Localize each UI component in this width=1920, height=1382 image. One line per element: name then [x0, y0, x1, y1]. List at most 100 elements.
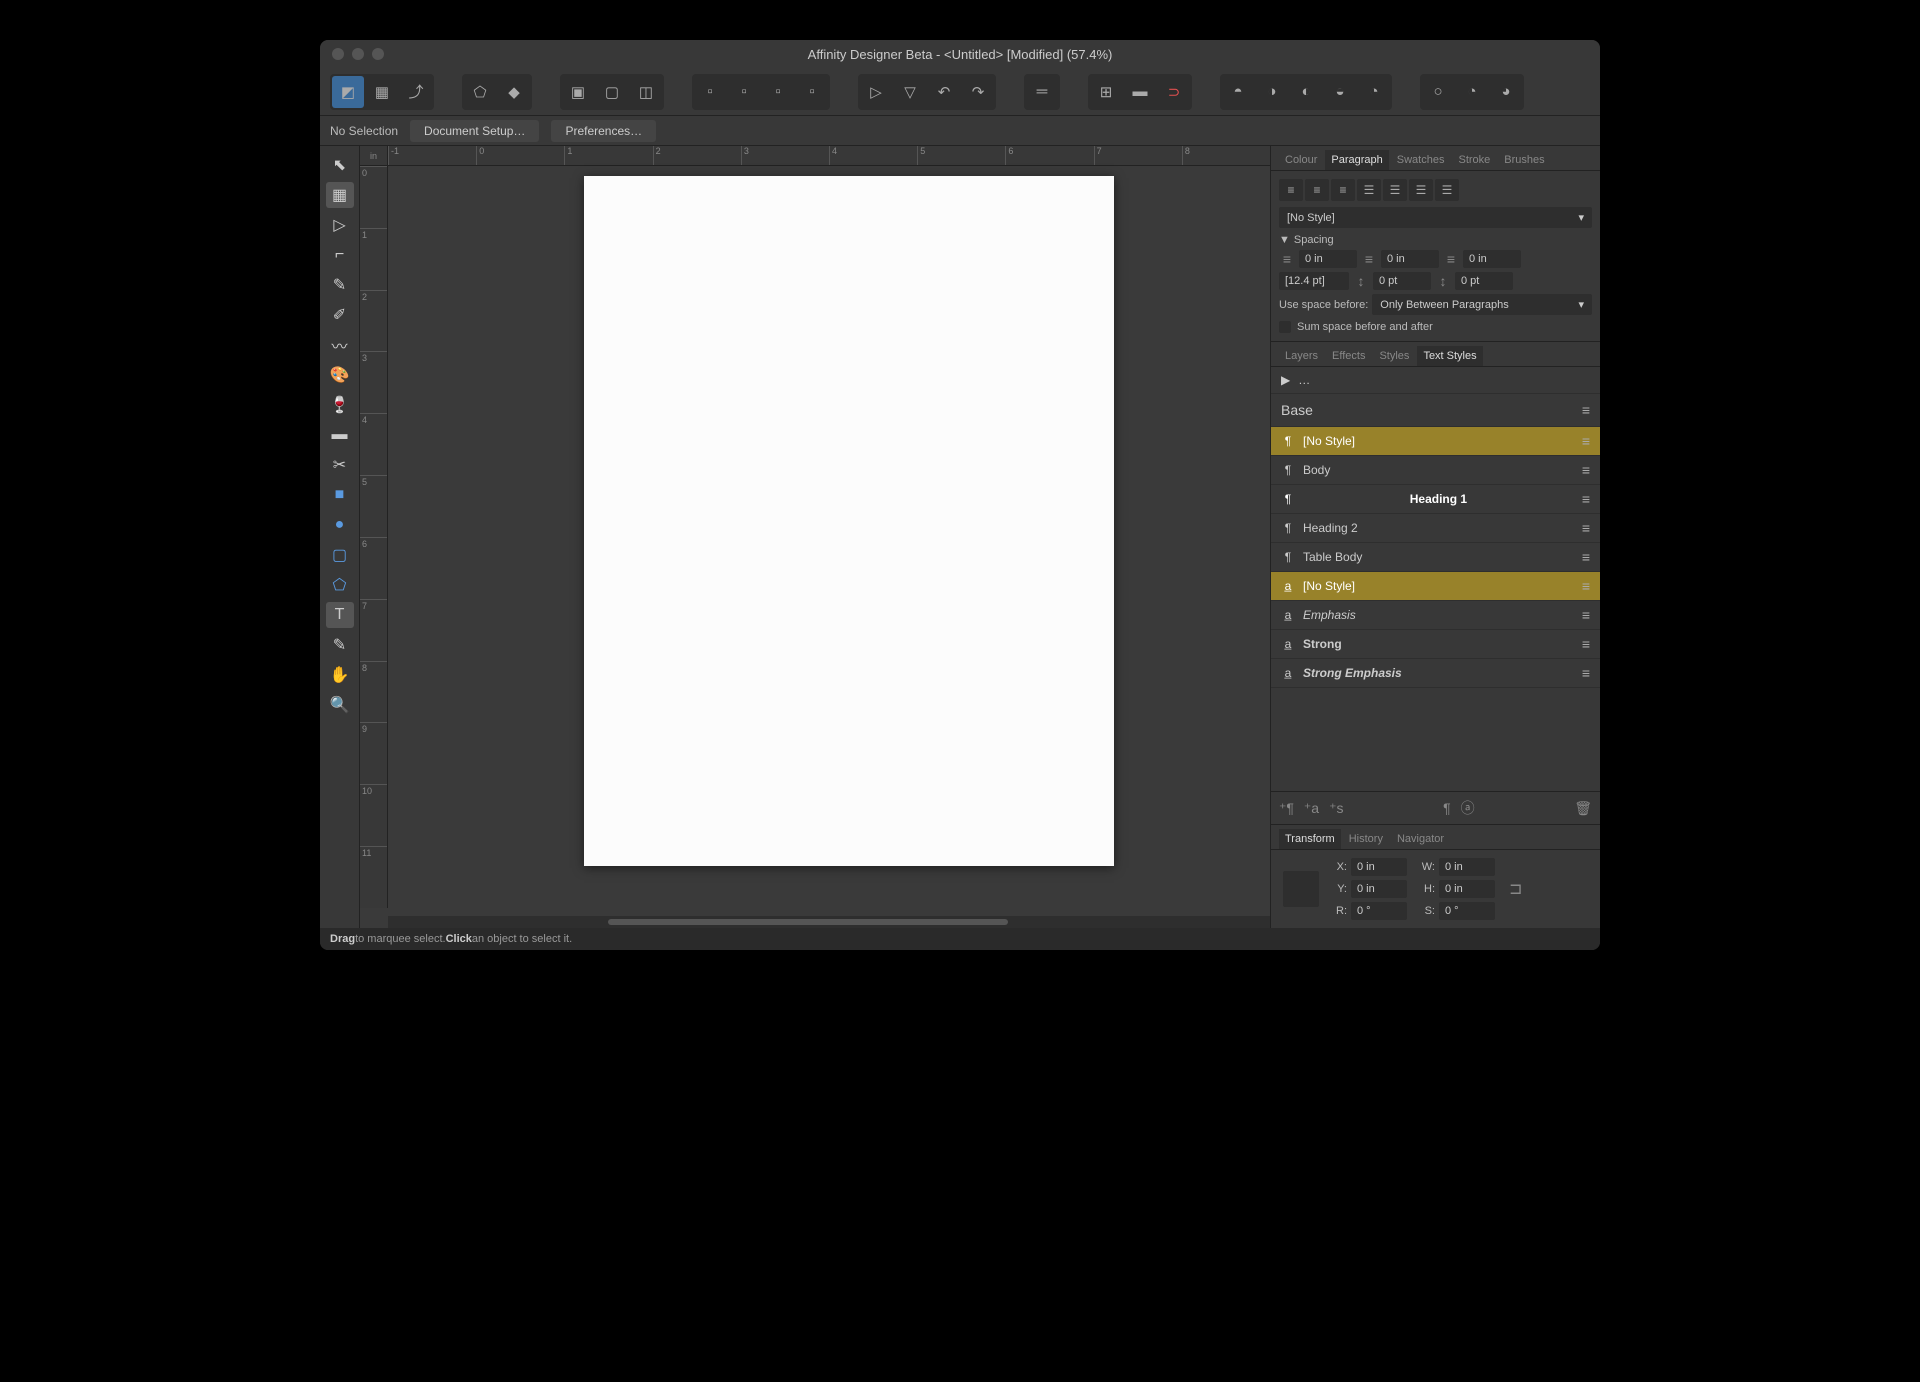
align-left-icon[interactable]: ≡: [1279, 179, 1303, 201]
document-setup-button[interactable]: Document Setup…: [410, 120, 539, 142]
tab-effects[interactable]: Effects: [1326, 346, 1371, 366]
horizontal-scrollbar[interactable]: [388, 916, 1270, 928]
grid-icon[interactable]: ⊞: [1090, 76, 1122, 108]
snap-magnet-icon[interactable]: ⊃: [1158, 76, 1190, 108]
polygon-tool-icon[interactable]: ⬠: [326, 572, 354, 598]
crop-tool-icon[interactable]: ✂: [326, 452, 354, 478]
ruler-unit[interactable]: in: [360, 146, 388, 166]
style-base[interactable]: Base ≡: [1271, 394, 1600, 427]
insert-donut-icon[interactable]: ◕: [1490, 76, 1522, 108]
hand-tool-icon[interactable]: ✋: [326, 662, 354, 688]
text-style-item[interactable]: ¶Heading 2≡: [1271, 514, 1600, 543]
rotate-ccw-icon[interactable]: ↶: [928, 76, 960, 108]
sum-space-checkbox[interactable]: [1279, 321, 1291, 333]
tab-swatches[interactable]: Swatches: [1391, 150, 1451, 170]
pencil-tool-icon[interactable]: 〰: [326, 332, 354, 358]
artboard-tool-icon[interactable]: ▦: [326, 182, 354, 208]
rounded-rect-tool-icon[interactable]: ▢: [326, 542, 354, 568]
add-char-style-icon[interactable]: ⁺a: [1304, 800, 1319, 817]
pen-tool-icon[interactable]: ✐: [326, 302, 354, 328]
style-menu-icon[interactable]: ≡: [1582, 491, 1590, 507]
scroll-thumb[interactable]: [608, 919, 1008, 925]
space-before-input[interactable]: 0 pt: [1373, 272, 1431, 290]
use-space-before-dropdown[interactable]: Only Between Paragraphs▾: [1372, 294, 1592, 315]
insert-pie-icon[interactable]: ◔: [1456, 76, 1488, 108]
persona-pixel-icon[interactable]: ▦: [366, 76, 398, 108]
minimize-button[interactable]: [352, 48, 364, 60]
move-tool-icon[interactable]: ⬉: [326, 152, 354, 178]
zoom-tool-icon[interactable]: 🔍: [326, 692, 354, 718]
justify-right-icon[interactable]: ☰: [1409, 179, 1433, 201]
style-breadcrumb[interactable]: ▶ …: [1271, 367, 1600, 394]
tab-stroke[interactable]: Stroke: [1452, 150, 1496, 170]
bool-subtract-icon[interactable]: ◑: [1256, 76, 1288, 108]
snap-2-icon[interactable]: ▢: [596, 76, 628, 108]
ellipse-tool-icon[interactable]: ●: [326, 512, 354, 538]
align-icon[interactable]: ═: [1026, 76, 1058, 108]
tab-styles[interactable]: Styles: [1373, 346, 1415, 366]
arrange-forward-icon[interactable]: ▫: [762, 76, 794, 108]
justify-center-icon[interactable]: ☰: [1383, 179, 1407, 201]
style-menu-icon[interactable]: ≡: [1582, 433, 1590, 449]
arrange-back-icon[interactable]: ▫: [694, 76, 726, 108]
spacing-header[interactable]: ▼ Spacing: [1279, 234, 1592, 246]
text-style-item[interactable]: a̲Emphasis≡: [1271, 601, 1600, 630]
viewport[interactable]: [388, 166, 1270, 908]
justify-all-icon[interactable]: ☰: [1435, 179, 1459, 201]
style-menu-icon[interactable]: ≡: [1582, 549, 1590, 565]
text-style-item[interactable]: a̲Strong≡: [1271, 630, 1600, 659]
shape-tool-icon[interactable]: ⬠: [464, 76, 496, 108]
para-style-icon[interactable]: ¶: [1443, 800, 1451, 816]
tab-layers[interactable]: Layers: [1279, 346, 1324, 366]
style-menu-icon[interactable]: ≡: [1582, 462, 1590, 478]
add-para-style-icon[interactable]: ⁺¶: [1279, 800, 1294, 817]
h-input[interactable]: 0 in: [1439, 880, 1495, 898]
tab-history[interactable]: History: [1343, 829, 1389, 849]
bool-intersect-icon[interactable]: ◐: [1290, 76, 1322, 108]
effects-icon[interactable]: ◆: [498, 76, 530, 108]
flip-v-icon[interactable]: ▽: [894, 76, 926, 108]
r-input[interactable]: 0 °: [1351, 902, 1407, 920]
fill-tool-icon[interactable]: 🍷: [326, 392, 354, 418]
text-style-item[interactable]: a̲[No Style]≡: [1271, 572, 1600, 601]
bool-divide-icon[interactable]: ◔: [1358, 76, 1390, 108]
style-menu-icon[interactable]: ≡: [1582, 520, 1590, 536]
tab-navigator[interactable]: Navigator: [1391, 829, 1450, 849]
guides-icon[interactable]: ▬: [1124, 76, 1156, 108]
indent-first-input[interactable]: 0 in: [1463, 250, 1521, 268]
style-menu-icon[interactable]: ≡: [1582, 636, 1590, 652]
align-right-icon[interactable]: ≡: [1331, 179, 1355, 201]
document-page[interactable]: [584, 176, 1114, 866]
style-menu-icon[interactable]: ≡: [1582, 665, 1590, 681]
anchor-widget[interactable]: [1283, 871, 1319, 907]
w-input[interactable]: 0 in: [1439, 858, 1495, 876]
x-input[interactable]: 0 in: [1351, 858, 1407, 876]
brush-tool-icon[interactable]: 🎨: [326, 362, 354, 388]
persona-designer-icon[interactable]: ◩: [332, 76, 364, 108]
close-button[interactable]: [332, 48, 344, 60]
text-style-item[interactable]: a̲Strong Emphasis≡: [1271, 659, 1600, 688]
vertical-ruler[interactable]: 01234567891011: [360, 166, 388, 908]
y-input[interactable]: 0 in: [1351, 880, 1407, 898]
tab-transform[interactable]: Transform: [1279, 829, 1341, 849]
tab-brushes[interactable]: Brushes: [1498, 150, 1550, 170]
link-wh-icon[interactable]: ⊐: [1509, 879, 1522, 899]
tab-text-styles[interactable]: Text Styles: [1417, 346, 1482, 366]
leading-input[interactable]: [12.4 pt]: [1279, 272, 1349, 290]
flip-h-icon[interactable]: ▷: [860, 76, 892, 108]
tab-paragraph[interactable]: Paragraph: [1325, 150, 1388, 170]
style-menu-icon[interactable]: ≡: [1582, 402, 1590, 418]
node-tool-icon[interactable]: ▷: [326, 212, 354, 238]
rectangle-tool-icon[interactable]: ■: [326, 482, 354, 508]
indent-right-input[interactable]: 0 in: [1381, 250, 1439, 268]
snap-3-icon[interactable]: ◫: [630, 76, 662, 108]
persona-export-icon[interactable]: ⤴: [400, 76, 432, 108]
snap-1-icon[interactable]: ▣: [562, 76, 594, 108]
text-tool-icon[interactable]: T: [326, 602, 354, 628]
space-after-input[interactable]: 0 pt: [1455, 272, 1513, 290]
tab-colour[interactable]: Colour: [1279, 150, 1323, 170]
text-style-item[interactable]: ¶[No Style]≡: [1271, 427, 1600, 456]
text-style-item[interactable]: ¶Body≡: [1271, 456, 1600, 485]
style-menu-icon[interactable]: ≡: [1582, 578, 1590, 594]
horizontal-ruler[interactable]: -1012345678: [388, 146, 1270, 166]
